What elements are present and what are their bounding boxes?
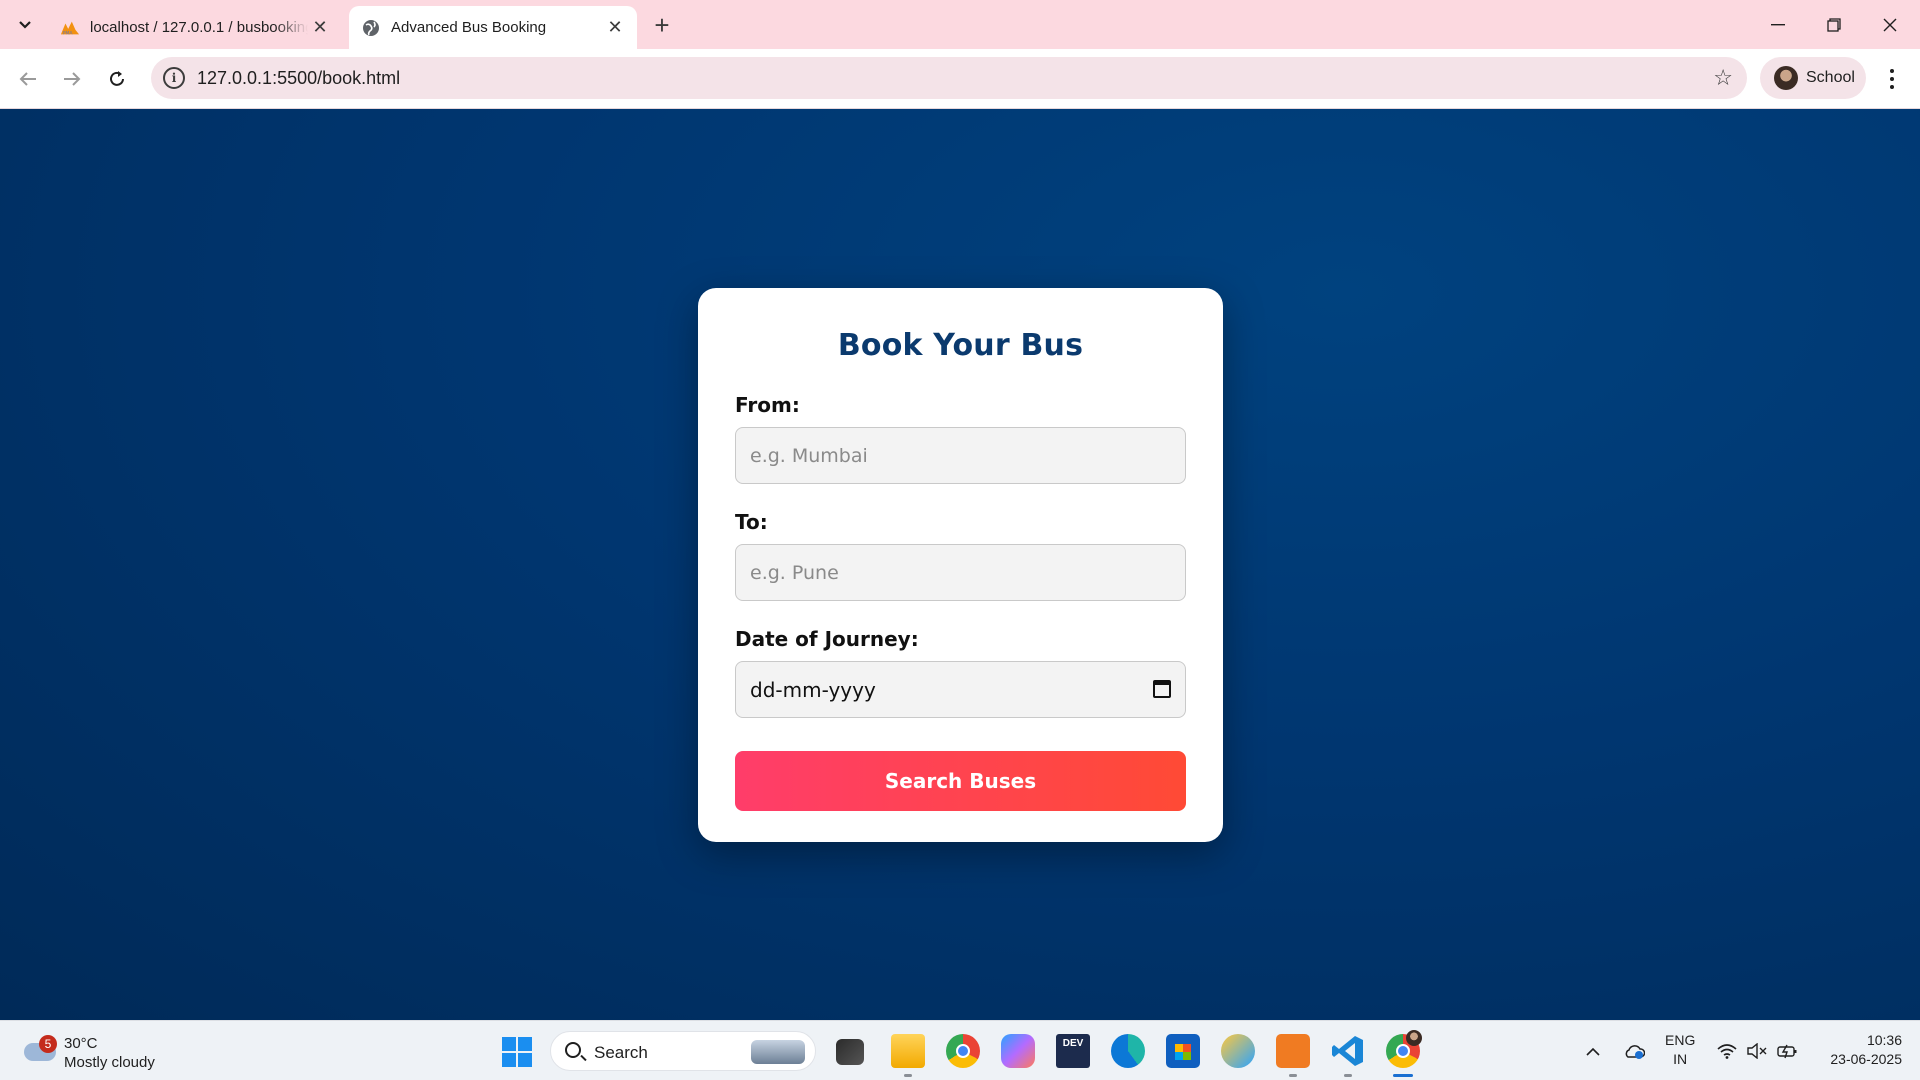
- url-text[interactable]: 127.0.0.1:5500/book.html: [197, 68, 400, 89]
- arrow-right-icon: [64, 72, 81, 86]
- windows-start-icon[interactable]: [502, 1037, 532, 1067]
- profile-name: School: [1806, 69, 1855, 86]
- time: 10:36: [1866, 1032, 1902, 1048]
- minimize-button[interactable]: [1750, 0, 1806, 49]
- forward-button[interactable]: [56, 63, 88, 95]
- running-indicator: [904, 1074, 912, 1077]
- clock[interactable]: 10:36 23-06-2025: [1812, 1031, 1902, 1069]
- search-highlight-image: [751, 1040, 805, 1064]
- search-label: Search: [594, 1043, 648, 1062]
- xampp-icon[interactable]: [1276, 1034, 1310, 1068]
- booking-card: Book Your Bus From: To: Date of Journey:…: [698, 288, 1223, 842]
- from-input[interactable]: [735, 427, 1186, 484]
- devhome-icon[interactable]: DEV: [1056, 1034, 1090, 1068]
- restore-button[interactable]: [1806, 0, 1862, 49]
- svg-text:PMA: PMA: [63, 30, 74, 36]
- calendar-icon[interactable]: [1153, 680, 1171, 698]
- restore-icon: [1827, 17, 1841, 32]
- wifi-icon[interactable]: [1714, 1021, 1740, 1080]
- chrome-icon[interactable]: [946, 1034, 980, 1068]
- taskbar-search[interactable]: Search: [550, 1031, 816, 1071]
- running-indicator: [1344, 1074, 1352, 1077]
- windows-taskbar: 5 30°C Mostly cloudy Search DEV ENG IN 1…: [0, 1020, 1920, 1080]
- close-icon: [1883, 18, 1897, 31]
- date-label: Date of Journey:: [735, 627, 919, 651]
- tab-phpmyadmin[interactable]: PMA localhost / 127.0.0.1 / busbooking ✕: [48, 6, 342, 49]
- search-icon: [565, 1042, 581, 1058]
- page-title: Book Your Bus: [837, 328, 1084, 363]
- page-viewport: Book Your Bus From: To: Date of Journey:…: [0, 109, 1920, 1020]
- avatar: [1774, 66, 1798, 90]
- onedrive-icon[interactable]: [1620, 1021, 1648, 1080]
- date-placeholder: dd-mm-yyyy: [750, 678, 876, 702]
- chrome-profile-icon[interactable]: [1386, 1030, 1422, 1068]
- date-input[interactable]: dd-mm-yyyy: [735, 661, 1186, 718]
- close-tab-icon[interactable]: ✕: [603, 16, 627, 40]
- copilot-icon[interactable]: [1001, 1034, 1035, 1068]
- active-indicator: [1393, 1074, 1413, 1077]
- reload-button[interactable]: [101, 63, 133, 95]
- arrow-left-icon: [19, 72, 36, 86]
- globe-icon: [361, 18, 381, 38]
- weather-condition: Mostly cloudy: [64, 1054, 155, 1071]
- notification-badge: 5: [39, 1035, 57, 1053]
- lang-bottom: IN: [1673, 1051, 1688, 1067]
- task-view-icon[interactable]: [836, 1039, 864, 1065]
- language-indicator[interactable]: ENG IN: [1665, 1031, 1695, 1069]
- site-info-icon[interactable]: i: [163, 67, 185, 89]
- show-hidden-icons-chevron-up-icon[interactable]: [1580, 1021, 1606, 1080]
- back-button[interactable]: [12, 63, 44, 95]
- reload-icon: [110, 71, 124, 86]
- new-tab-button[interactable]: +: [650, 10, 674, 40]
- address-bar[interactable]: i 127.0.0.1:5500/book.html ☆: [151, 57, 1747, 99]
- from-label: From:: [735, 393, 800, 417]
- edge-icon[interactable]: [1111, 1034, 1145, 1068]
- minimize-icon: [1771, 23, 1785, 25]
- file-explorer-icon[interactable]: [891, 1034, 925, 1068]
- browser-toolbar: i 127.0.0.1:5500/book.html ☆ School: [0, 49, 1920, 109]
- phpmyadmin-icon: PMA: [60, 18, 80, 38]
- close-tab-icon[interactable]: ✕: [308, 16, 332, 40]
- tab-title: Advanced Bus Booking: [391, 19, 547, 36]
- tab-search-button[interactable]: [10, 10, 40, 40]
- battery-charging-icon[interactable]: [1774, 1021, 1802, 1080]
- to-input[interactable]: [735, 544, 1186, 601]
- volume-muted-icon[interactable]: [1744, 1021, 1770, 1080]
- vscode-icon[interactable]: [1331, 1034, 1365, 1068]
- weather-app-icon[interactable]: [1221, 1034, 1255, 1068]
- lang-top: ENG: [1665, 1032, 1696, 1048]
- store-icon[interactable]: [1166, 1034, 1200, 1068]
- search-buses-button[interactable]: Search Buses: [735, 751, 1186, 811]
- chevron-down-icon: [19, 21, 31, 29]
- tab-title: localhost / 127.0.0.1 / busbooking: [90, 19, 308, 36]
- profile-button[interactable]: School: [1760, 57, 1866, 99]
- tab-advanced-bus-booking[interactable]: Advanced Bus Booking ✕: [349, 6, 637, 49]
- temperature: 30°C: [64, 1035, 98, 1052]
- weather-widget[interactable]: 5 30°C Mostly cloudy: [22, 1029, 172, 1073]
- running-indicator: [1289, 1074, 1297, 1077]
- date: 23-06-2025: [1830, 1051, 1902, 1067]
- browser-menu-icon[interactable]: [1880, 63, 1904, 95]
- close-window-button[interactable]: [1862, 0, 1918, 49]
- to-label: To:: [735, 510, 768, 534]
- bookmark-star-icon[interactable]: ☆: [1713, 65, 1733, 91]
- tab-strip: PMA localhost / 127.0.0.1 / busbooking ✕…: [0, 0, 1920, 49]
